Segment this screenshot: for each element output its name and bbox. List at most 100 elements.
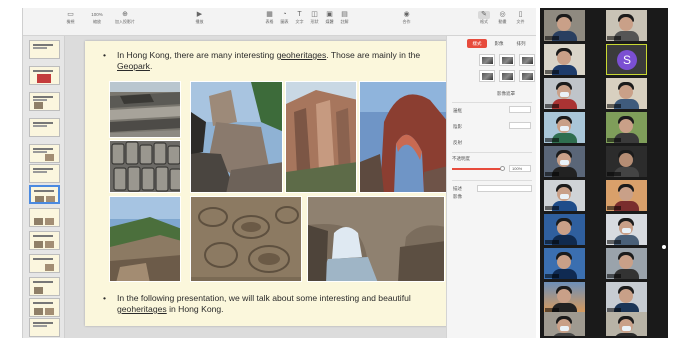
slide-thumbnail[interactable] <box>29 208 60 227</box>
slide-navigator[interactable] <box>23 36 65 338</box>
tab-style[interactable]: 樣式 <box>467 39 487 48</box>
media-icon: ▣ <box>326 11 333 18</box>
participant-video[interactable] <box>544 112 585 143</box>
shadow-toggle[interactable] <box>509 122 531 129</box>
opacity-value-field[interactable]: 100% <box>509 165 531 172</box>
format-button[interactable]: ✎ 格式 <box>478 11 490 25</box>
participant-video[interactable] <box>606 146 647 177</box>
photo-rock-ledges[interactable] <box>109 81 181 138</box>
photo-rock-cliff[interactable] <box>285 81 357 193</box>
brush-icon: ✎ <box>478 11 490 19</box>
slide-thumbnail[interactable] <box>29 40 60 59</box>
view-button[interactable]: ▭ 檢視 <box>65 11 76 25</box>
slide-canvas[interactable]: • In Hong Kong, there are many interesti… <box>65 36 461 338</box>
opacity-slider-knob[interactable] <box>500 166 505 171</box>
participant-video[interactable] <box>544 10 585 41</box>
participant-avatar-tile-active[interactable]: S <box>606 44 647 75</box>
tab-arrange[interactable]: 排列 <box>511 39 531 48</box>
photo-balanced-rocks[interactable] <box>190 81 283 193</box>
collaborate-button[interactable]: ◉ 合作 <box>401 11 412 25</box>
edit-mask-label[interactable]: 影像遮罩 <box>497 91 515 97</box>
toolbar: ▭ 檢視 100% 縮放 ⊕ 加入投影片 ▶ 播放 ▦ 表格 ◔ 圖表 T 文字… <box>23 8 536 36</box>
play-button[interactable]: ▶ 播放 <box>194 11 205 25</box>
slide-thumbnail[interactable] <box>29 231 60 250</box>
geoheritages-word: geoheritages <box>117 304 167 314</box>
media-button[interactable]: ▣ 媒體 <box>324 11 335 25</box>
photo-hexagonal-columns[interactable] <box>109 140 181 193</box>
current-slide[interactable]: • In Hong Kong, there are many interesti… <box>85 41 461 326</box>
participant-video[interactable] <box>606 248 647 279</box>
description-label: 影像 <box>453 194 462 199</box>
participant-video[interactable] <box>544 214 585 245</box>
slide-thumbnail[interactable] <box>29 254 60 273</box>
table-button[interactable]: ▦ 表格 <box>264 11 275 25</box>
bullet-text: . <box>149 61 153 71</box>
image-style-swatch[interactable] <box>519 70 535 82</box>
slide-thumbnail[interactable] <box>29 298 60 317</box>
bullet-outline[interactable]: • In the following presentation, we will… <box>103 293 433 315</box>
animate-button[interactable]: ◎ 動畫 <box>497 11 508 25</box>
inspector-tabs: 樣式 影像 排列 <box>447 39 537 49</box>
chart-icon: ◔ <box>282 11 287 18</box>
participant-video[interactable] <box>606 282 647 313</box>
divider <box>452 102 532 103</box>
image-style-swatch[interactable] <box>499 70 515 82</box>
participant-video[interactable] <box>606 112 647 143</box>
chart-button[interactable]: ◔ 圖表 <box>279 11 290 25</box>
slide-thumbnail[interactable] <box>29 144 60 163</box>
slide-thumbnail[interactable] <box>29 318 60 337</box>
photo-rock-texture[interactable] <box>190 196 302 282</box>
participant-video[interactable] <box>544 180 585 211</box>
image-style-swatch[interactable] <box>479 70 495 82</box>
shape-icon: ◫ <box>311 11 318 18</box>
participant-video[interactable] <box>606 10 647 41</box>
zoom-label: 縮放 <box>93 19 101 24</box>
play-label: 播放 <box>195 19 204 24</box>
view-icon: ▭ <box>67 11 74 18</box>
participant-video[interactable] <box>606 180 647 211</box>
table-label: 表格 <box>265 19 274 24</box>
description-field[interactable] <box>477 185 532 192</box>
slide-thumbnail[interactable] <box>29 66 60 85</box>
zoom-control[interactable]: 100% 縮放 <box>89 11 105 25</box>
image-style-swatch[interactable] <box>479 54 495 66</box>
photo-rock-tunnel[interactable] <box>307 196 445 282</box>
participant-video[interactable] <box>544 282 585 313</box>
opacity-label: 不透明度 <box>452 156 470 161</box>
participant-video[interactable] <box>606 214 647 245</box>
participant-video[interactable] <box>544 146 585 177</box>
table-icon: ▦ <box>266 11 273 18</box>
slide-thumbnail[interactable] <box>29 277 60 296</box>
keynote-window: ▭ 檢視 100% 縮放 ⊕ 加入投影片 ▶ 播放 ▦ 表格 ◔ 圖表 T 文字… <box>22 8 537 338</box>
photo-sea-arch[interactable] <box>359 81 447 193</box>
participant-video[interactable] <box>544 312 585 336</box>
participant-video[interactable] <box>544 44 585 75</box>
slide-thumbnail-selected[interactable] <box>29 185 60 204</box>
bullet-intro[interactable]: • In Hong Kong, there are many interesti… <box>103 50 433 72</box>
tab-image[interactable]: 影像 <box>489 39 509 48</box>
participant-video[interactable] <box>544 78 585 109</box>
slide-thumbnail[interactable] <box>29 164 60 183</box>
shape-label: 形狀 <box>310 19 319 24</box>
image-style-swatch[interactable] <box>519 54 535 66</box>
shape-button[interactable]: ◫ 形狀 <box>309 11 320 25</box>
participant-video[interactable] <box>544 248 585 279</box>
reflection-label: 反射 <box>453 140 462 145</box>
participant-video[interactable] <box>606 312 647 336</box>
gallery-page-indicator[interactable] <box>662 245 666 249</box>
border-toggle[interactable] <box>509 106 531 113</box>
text-label: 文字 <box>295 19 304 24</box>
document-button[interactable]: ▯ 文件 <box>515 11 526 25</box>
text-button[interactable]: T 文字 <box>294 11 305 25</box>
add-slide-button[interactable]: ⊕ 加入投影片 <box>115 11 135 25</box>
slide-thumbnail[interactable] <box>29 118 60 137</box>
accessibility-label: 描述 <box>453 186 462 191</box>
photo-green-headland[interactable] <box>109 196 181 282</box>
participant-initial-avatar: S <box>617 50 637 70</box>
image-style-swatch[interactable] <box>499 54 515 66</box>
participant-video[interactable] <box>606 78 647 109</box>
slide-thumbnail[interactable] <box>29 92 60 111</box>
comment-button[interactable]: ▤ 註解 <box>339 11 350 25</box>
opacity-slider[interactable] <box>452 168 502 170</box>
comment-label: 註解 <box>340 19 349 24</box>
